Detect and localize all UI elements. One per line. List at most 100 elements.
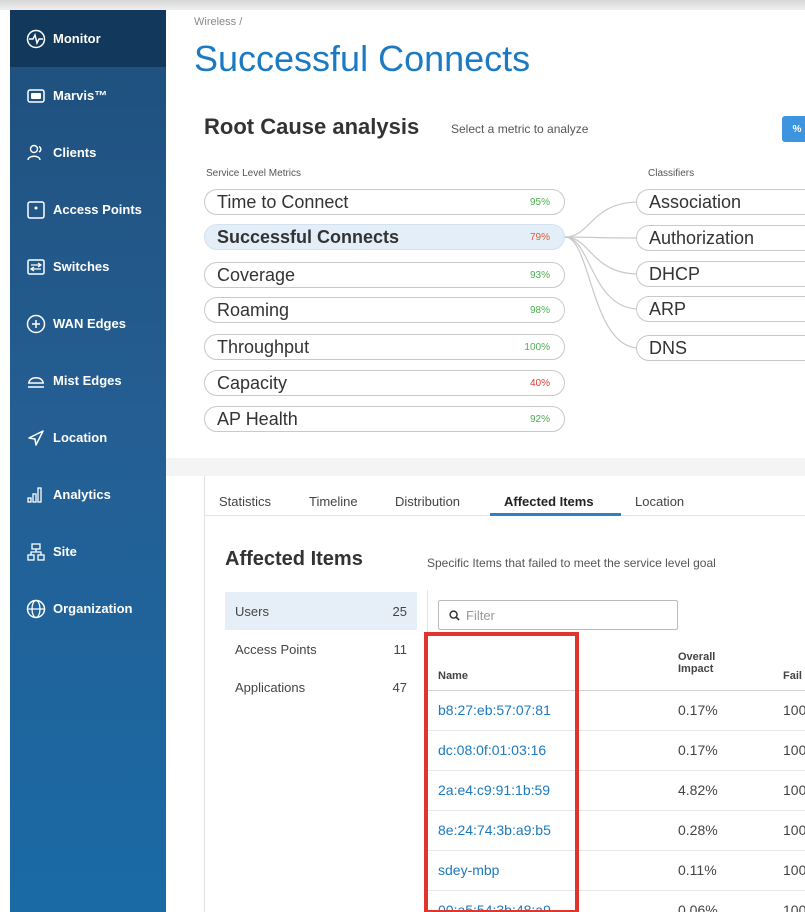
affected-items-title: Affected Items — [225, 548, 363, 570]
metric-value: 95% — [529, 196, 550, 208]
metric-throughput[interactable]: Throughput 100% — [204, 334, 565, 360]
metric-value: 79% — [529, 231, 550, 243]
metric-value: 93% — [529, 269, 550, 281]
sidebar-item-mist-edges[interactable]: Mist Edges — [10, 352, 166, 409]
tab-bar: Statistics Timeline Distribution Affecte… — [205, 476, 805, 516]
classifier-connector-lines — [564, 201, 640, 349]
table-row[interactable]: dc:08:0f:01:03:16 0.17% 100 — [428, 731, 805, 771]
classifier-label: ARP — [649, 298, 687, 319]
column-header-fail[interactable]: Fail — [783, 670, 802, 682]
table-row[interactable]: 00:a5:54:3b:48:a9 0.06% 100 — [428, 891, 805, 912]
metric-value: 40% — [529, 377, 550, 389]
sidebar-item-monitor[interactable]: Monitor — [10, 10, 166, 67]
classifier-authorization[interactable]: Authorization — [636, 225, 805, 251]
category-users[interactable]: Users 25 — [225, 592, 417, 630]
overall-impact-value: 0.17% — [678, 702, 718, 718]
metric-value: 98% — [529, 304, 550, 316]
sidebar-item-label: Organization — [53, 601, 133, 616]
metric-name: Capacity — [217, 372, 288, 393]
analytics-icon — [26, 485, 46, 505]
sidebar-item-marvis[interactable]: Marvis™ — [10, 67, 166, 124]
classifier-dns[interactable]: DNS — [636, 335, 805, 361]
metric-ap-health[interactable]: AP Health 92% — [204, 406, 565, 432]
overall-impact-value: 0.06% — [678, 902, 718, 912]
column-header-line: Overall — [678, 651, 716, 663]
main-content: Wireless / Successful Connects Root Caus… — [166, 10, 805, 912]
metric-name: Roaming — [217, 299, 290, 320]
sidebar-item-clients[interactable]: Clients — [10, 124, 166, 181]
metric-name: Throughput — [217, 336, 310, 357]
user-name-link[interactable]: b8:27:eb:57:07:81 — [438, 702, 551, 718]
classifier-arp[interactable]: ARP — [636, 296, 805, 322]
monitor-icon — [26, 29, 46, 49]
clients-icon — [26, 143, 46, 163]
tab-distribution[interactable]: Distribution — [395, 494, 460, 509]
sidebar-item-label: WAN Edges — [53, 316, 126, 331]
user-name-link[interactable]: dc:08:0f:01:03:16 — [438, 742, 546, 758]
window-top-edge — [0, 0, 805, 10]
tab-affected-items[interactable]: Affected Items — [504, 494, 594, 509]
overall-impact-value: 0.11% — [678, 862, 717, 878]
metric-name: AP Health — [217, 408, 298, 429]
metric-name: Successful Connects — [217, 226, 400, 247]
section-divider — [166, 458, 805, 476]
filter-box[interactable] — [438, 600, 678, 630]
sidebar-item-label: Clients — [53, 145, 97, 160]
metric-capacity[interactable]: Capacity 40% — [204, 370, 565, 396]
location-icon — [26, 428, 46, 448]
metric-coverage[interactable]: Coverage 93% — [204, 262, 565, 288]
search-icon — [449, 609, 460, 621]
sidebar-item-wan-edges[interactable]: WAN Edges — [10, 295, 166, 352]
classifier-label: Authorization — [649, 227, 755, 248]
category-applications[interactable]: Applications 47 — [225, 668, 417, 706]
rca-subtitle: Select a metric to analyze — [451, 122, 589, 136]
user-name-link[interactable]: 00:a5:54:3b:48:a9 — [438, 902, 551, 912]
classifier-association[interactable]: Association — [636, 189, 805, 215]
filter-input[interactable] — [466, 607, 666, 623]
table-row[interactable]: b8:27:eb:57:07:81 0.17% 100 — [428, 691, 805, 731]
fail-value: 100 — [783, 902, 805, 912]
page-title: Successful Connects — [194, 38, 531, 79]
sidebar-item-label: Mist Edges — [53, 373, 122, 388]
metric-name: Time to Connect — [217, 191, 349, 212]
metric-value: 100% — [524, 341, 550, 353]
metric-roaming[interactable]: Roaming 98% — [204, 297, 565, 323]
tab-location[interactable]: Location — [635, 494, 684, 509]
sidebar-item-access-points[interactable]: Access Points — [10, 181, 166, 238]
table-row[interactable]: 2a:e4:c9:91:1b:59 4.82% 100 — [428, 771, 805, 811]
category-access-points[interactable]: Access Points 11 — [225, 630, 417, 668]
sidebar-item-analytics[interactable]: Analytics — [10, 466, 166, 523]
column-header-overall-impact[interactable]: Overall Impact — [678, 651, 715, 675]
user-name-link[interactable]: 2a:e4:c9:91:1b:59 — [438, 782, 550, 798]
table-row[interactable]: 8e:24:74:3b:a9:b5 0.28% 100 — [428, 811, 805, 851]
sidebar-item-site[interactable]: Site — [10, 523, 166, 580]
column-header-name[interactable]: Name — [438, 670, 468, 682]
sidebar-item-organization[interactable]: Organization — [10, 580, 166, 637]
tab-statistics[interactable]: Statistics — [219, 494, 271, 509]
overall-impact-value: 0.17% — [678, 742, 718, 758]
fail-value: 100 — [783, 742, 805, 758]
switches-icon — [26, 257, 46, 277]
metric-name: Coverage — [217, 264, 296, 285]
overall-impact-value: 0.28% — [678, 822, 718, 838]
sidebar-item-switches[interactable]: Switches — [10, 238, 166, 295]
sidebar-item-label: Marvis™ — [53, 88, 108, 103]
organization-icon — [26, 599, 46, 619]
affected-items-table: Name Overall Impact Fail b8:27:eb:57:07:… — [427, 590, 805, 912]
sidebar-item-location[interactable]: Location — [10, 409, 166, 466]
tab-timeline[interactable]: Timeline — [309, 494, 358, 509]
site-icon — [26, 542, 46, 562]
details-panel: Statistics Timeline Distribution Affecte… — [204, 476, 805, 912]
metric-time-to-connect[interactable]: Time to Connect 95% — [204, 189, 565, 215]
metric-successful-connects[interactable]: Successful Connects 79% — [204, 224, 565, 250]
marvis-icon — [26, 86, 46, 106]
classifier-label: Association — [649, 191, 742, 212]
user-name-link[interactable]: sdey-mbp — [438, 862, 499, 878]
sidebar-item-label: Site — [53, 544, 77, 559]
classifier-dhcp[interactable]: DHCP — [636, 261, 805, 287]
table-row[interactable]: sdey-mbp 0.11% 100 — [428, 851, 805, 891]
breadcrumb[interactable]: Wireless / — [194, 16, 242, 28]
user-name-link[interactable]: 8e:24:74:3b:a9:b5 — [438, 822, 551, 838]
percent-toggle-button[interactable]: % — [782, 116, 805, 142]
sidebar-item-label: Access Points — [53, 202, 142, 217]
